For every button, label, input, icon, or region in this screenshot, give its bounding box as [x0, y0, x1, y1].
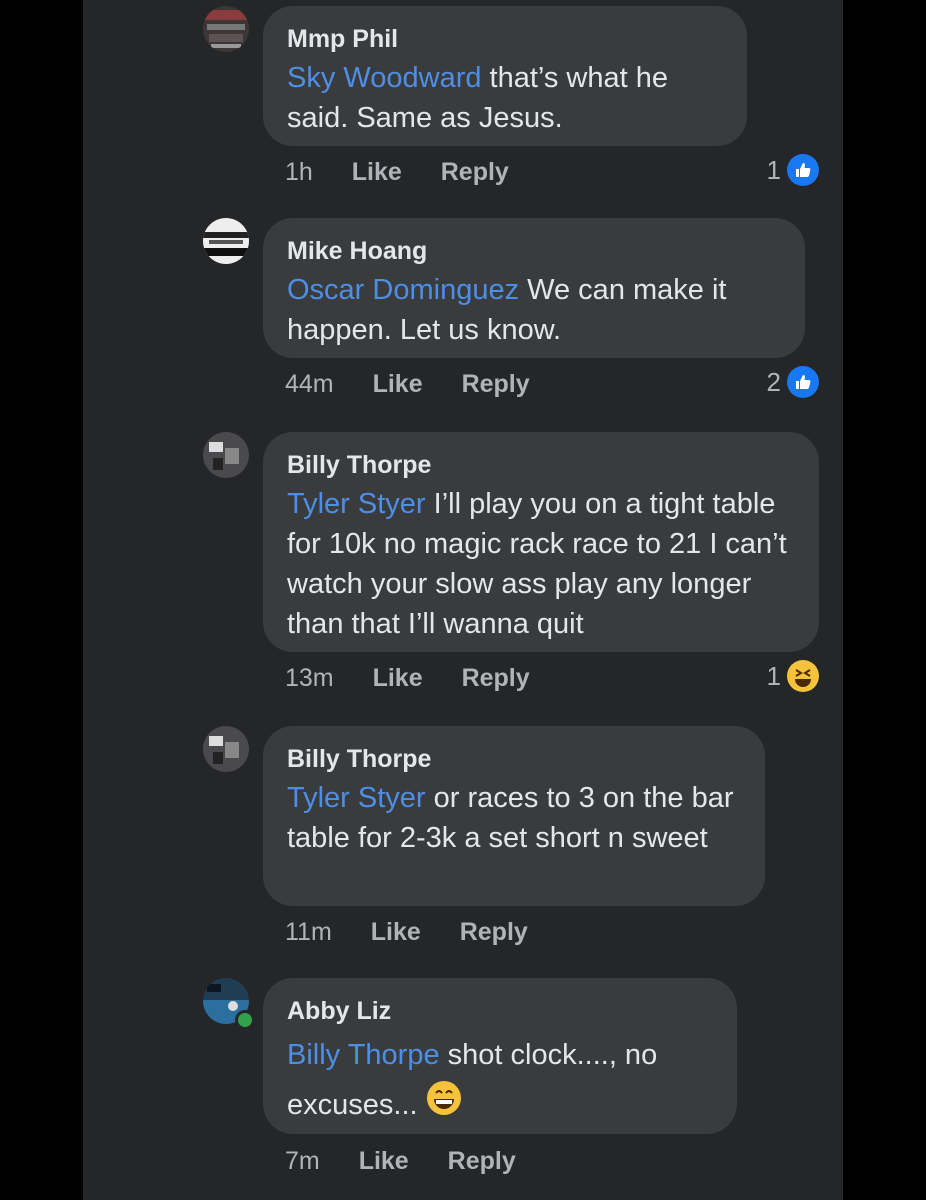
comment-bubble: Billy Thorpe Tyler Styer or races to 3 o…	[263, 726, 765, 906]
comment-actions: 7m Like Reply	[285, 1147, 548, 1176]
comment-author[interactable]: Mike Hoang	[287, 236, 781, 266]
like-button[interactable]: Like	[371, 918, 421, 946]
mention-link[interactable]: Billy Thorpe	[287, 1039, 440, 1071]
comment-thread: Mmp Phil Sky Woodward that’s what he sai…	[83, 0, 843, 1200]
comment-bubble: Mike Hoang Oscar Dominguez We can make i…	[263, 218, 805, 358]
avatar[interactable]	[203, 218, 249, 264]
comment-bubble: Abby Liz Billy Thorpe shot clock...., no…	[263, 978, 737, 1134]
reply-button[interactable]: Reply	[462, 664, 530, 692]
avatar[interactable]	[203, 432, 249, 478]
reaction-count: 1	[766, 154, 781, 185]
comment-actions: 11m Like Reply	[285, 918, 560, 947]
comment-text: Billy Thorpe shot clock...., no excuses.…	[287, 1030, 713, 1132]
comment-author[interactable]: Mmp Phil	[287, 24, 723, 54]
comment-actions: 44m Like Reply	[285, 370, 562, 399]
like-button[interactable]: Like	[352, 158, 402, 186]
timestamp[interactable]: 11m	[285, 918, 332, 946]
comment-text: Oscar Dominguez We can make it happen. L…	[287, 270, 781, 350]
timestamp[interactable]: 44m	[285, 370, 334, 398]
reply-button[interactable]: Reply	[462, 370, 530, 398]
timestamp[interactable]: 1h	[285, 158, 313, 186]
comment-author[interactable]: Billy Thorpe	[287, 450, 795, 480]
reaction-summary[interactable]: 1	[767, 660, 819, 692]
timestamp[interactable]: 7m	[285, 1147, 320, 1175]
comment-actions: 13m Like Reply	[285, 664, 562, 693]
reply-button[interactable]: Reply	[441, 158, 509, 186]
like-icon	[787, 366, 819, 398]
avatar[interactable]	[203, 6, 249, 52]
reaction-summary[interactable]: 2	[767, 366, 819, 398]
mention-link[interactable]: Tyler Styer	[287, 488, 426, 520]
like-button[interactable]: Like	[373, 370, 423, 398]
reply-button[interactable]: Reply	[460, 918, 528, 946]
reaction-count: 2	[766, 366, 781, 397]
mention-link[interactable]: Tyler Styer	[287, 782, 426, 814]
reaction-count: 1	[766, 660, 781, 691]
haha-icon	[787, 660, 819, 692]
comment-bubble: Billy Thorpe Tyler Styer I’ll play you o…	[263, 432, 819, 652]
like-button[interactable]: Like	[373, 664, 423, 692]
grinning-face-icon	[426, 1080, 462, 1132]
comment-author[interactable]: Abby Liz	[287, 996, 713, 1026]
timestamp[interactable]: 13m	[285, 664, 334, 692]
comment-text: Sky Woodward that’s what he said. Same a…	[287, 58, 723, 138]
comment-bubble: Mmp Phil Sky Woodward that’s what he sai…	[263, 6, 747, 146]
comment-actions: 1h Like Reply	[285, 158, 541, 187]
like-button[interactable]: Like	[359, 1147, 409, 1175]
mention-link[interactable]: Oscar Dominguez	[287, 274, 519, 306]
comment-text: Tyler Styer or races to 3 on the bar tab…	[287, 778, 741, 858]
reaction-summary[interactable]: 1	[767, 154, 819, 186]
like-icon	[787, 154, 819, 186]
mention-link[interactable]: Sky Woodward	[287, 62, 482, 94]
comment-text: Tyler Styer I’ll play you on a tight tab…	[287, 484, 795, 644]
comment-author[interactable]: Billy Thorpe	[287, 744, 741, 774]
reply-button[interactable]: Reply	[448, 1147, 516, 1175]
online-status-icon	[235, 1010, 255, 1030]
avatar[interactable]	[203, 726, 249, 772]
